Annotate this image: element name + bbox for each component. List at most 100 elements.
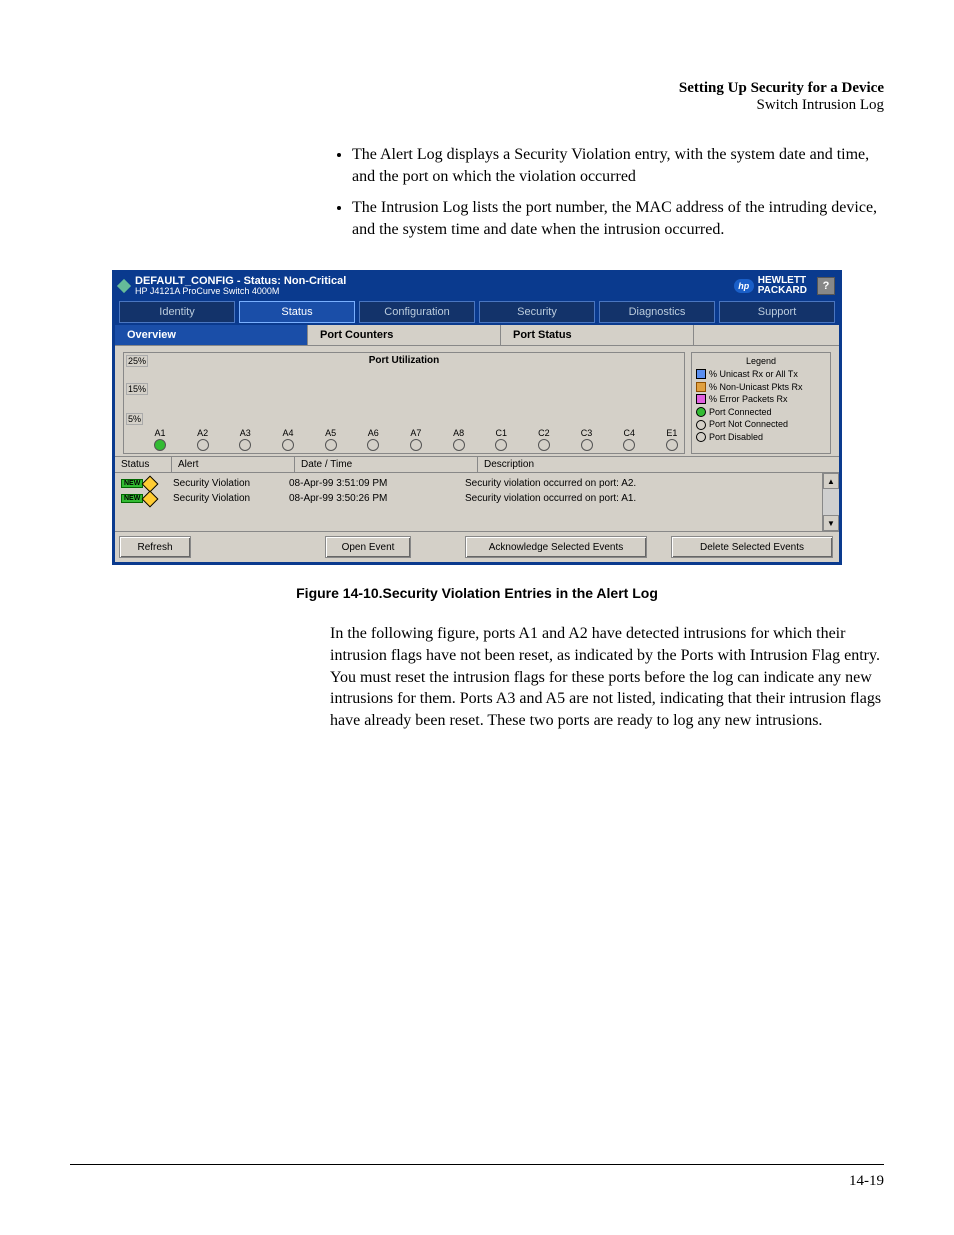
port-label: A7 [410,428,421,438]
sub-nav: Overview Port Counters Port Status [115,325,839,346]
y-tick: 15% [126,383,148,395]
alert-table-header: Status Alert Date / Time Description [115,456,839,473]
scroll-down-icon[interactable]: ▼ [823,515,839,531]
chart-title: Port Utilization [124,355,684,366]
port-status-icon [666,439,678,451]
alert-datetime: 08-Apr-99 3:51:09 PM [289,478,465,489]
port-utilization-chart: Port Utilization 25% 15% 5% A1 A2 A3 A4 A5 A6… [123,352,685,454]
titlebar: DEFAULT_CONFIG - Status: Non-Critical HP… [115,273,839,299]
body-paragraph: In the following figure, ports A1 and A2… [330,623,884,731]
port-label: A3 [240,428,251,438]
port-status-icon [282,439,294,451]
alert-row[interactable]: NEW Security Violation08-Apr-99 3:51:09 P… [121,476,816,491]
y-tick: 5% [126,413,143,425]
y-tick: 25% [126,355,148,367]
port-status-icon [538,439,550,451]
bullet-item: The Intrusion Log lists the port number,… [352,197,884,240]
port-label: C3 [581,428,593,438]
footer-rule [70,1164,884,1165]
window-subtitle: HP J4121A ProCurve Switch 4000M [135,287,346,296]
port-label: C4 [623,428,635,438]
port-column: E1 [666,428,678,451]
main-nav: Identity Status Configuration Security D… [115,299,839,325]
port-label: C2 [538,428,550,438]
port-label: A2 [197,428,208,438]
page-header: Setting Up Security for a Device Switch … [70,80,884,114]
port-column: A5 [325,428,337,451]
tab-diagnostics[interactable]: Diagnostics [599,301,715,323]
col-datetime[interactable]: Date / Time [295,457,478,472]
chart-area: Port Utilization 25% 15% 5% A1 A2 A3 A4 A5 A6… [115,346,839,456]
help-button[interactable]: ? [817,277,835,295]
warning-icon [142,475,159,492]
legend-swatch-icon [696,420,706,430]
port-status-icon [410,439,422,451]
alert-datetime: 08-Apr-99 3:50:26 PM [289,493,465,504]
alert-row[interactable]: NEWSecurity Violation08-Apr-99 3:50:26 P… [121,491,816,506]
port-label: E1 [666,428,677,438]
port-status-icon [197,439,209,451]
bullet-list: The Alert Log displays a Security Violat… [330,144,884,240]
page-number: 14-19 [849,1173,884,1190]
port-column: A6 [367,428,379,451]
legend-swatch-icon [696,407,706,417]
hp-logo: hp HEWLETT PACKARD [734,276,807,296]
legend-swatch-icon [696,382,706,392]
new-badge: NEW [121,479,143,488]
chart-legend: Legend % Unicast Rx or All Tx % Non-Unic… [691,352,831,454]
port-label: C1 [495,428,507,438]
subtab-port-status[interactable]: Port Status [501,325,694,346]
alert-table-body: NEW Security Violation08-Apr-99 3:51:09 P… [115,473,839,531]
port-column: A8 [453,428,465,451]
tab-security[interactable]: Security [479,301,595,323]
port-label: A1 [154,428,165,438]
port-status-icon [581,439,593,451]
open-event-button[interactable]: Open Event [325,536,411,558]
port-status-icon [495,439,507,451]
col-alert[interactable]: Alert [172,457,295,472]
header-title: Setting Up Security for a Device [70,80,884,97]
port-status-icon [154,439,166,451]
header-subtitle: Switch Intrusion Log [70,97,884,114]
delete-button[interactable]: Delete Selected Events [671,536,833,558]
app-screenshot: DEFAULT_CONFIG - Status: Non-Critical HP… [112,270,842,565]
port-label: A6 [368,428,379,438]
alert-description: Security violation occurred on port: A2. [465,478,816,489]
port-label: A4 [282,428,293,438]
tab-status[interactable]: Status [239,301,355,323]
col-status[interactable]: Status [115,457,172,472]
tab-identity[interactable]: Identity [119,301,235,323]
port-status-icon [623,439,635,451]
scrollbar[interactable]: ▲ ▼ [822,473,839,531]
subtab-port-counters[interactable]: Port Counters [308,325,501,346]
scroll-up-icon[interactable]: ▲ [823,473,839,489]
port-column: A3 [239,428,251,451]
port-column: A2 [197,428,209,451]
col-description[interactable]: Description [478,457,839,472]
port-status-icon [453,439,465,451]
port-column: C4 [623,428,635,451]
port-column: A4 [282,428,294,451]
alert-type: Security Violation [173,478,289,489]
tab-support[interactable]: Support [719,301,835,323]
port-column: C2 [538,428,550,451]
port-column: A1 [154,428,166,451]
legend-swatch-icon [696,432,706,442]
alert-type: Security Violation [173,493,289,504]
port-column: C3 [581,428,593,451]
button-row: Refresh Open Event Acknowledge Selected … [115,531,839,562]
port-label: A8 [453,428,464,438]
alert-description: Security violation occurred on port: A1. [465,493,816,504]
port-status-icon [367,439,379,451]
subtab-overview[interactable]: Overview [115,325,308,346]
figure-caption: Figure 14-10.Security Violation Entries … [115,585,839,601]
legend-swatch-icon [696,369,706,379]
status-icon [117,279,131,293]
port-status-icon [239,439,251,451]
tab-configuration[interactable]: Configuration [359,301,475,323]
port-column: C1 [495,428,507,451]
refresh-button[interactable]: Refresh [119,536,191,558]
acknowledge-button[interactable]: Acknowledge Selected Events [465,536,647,558]
port-status-icon [325,439,337,451]
port-label: A5 [325,428,336,438]
